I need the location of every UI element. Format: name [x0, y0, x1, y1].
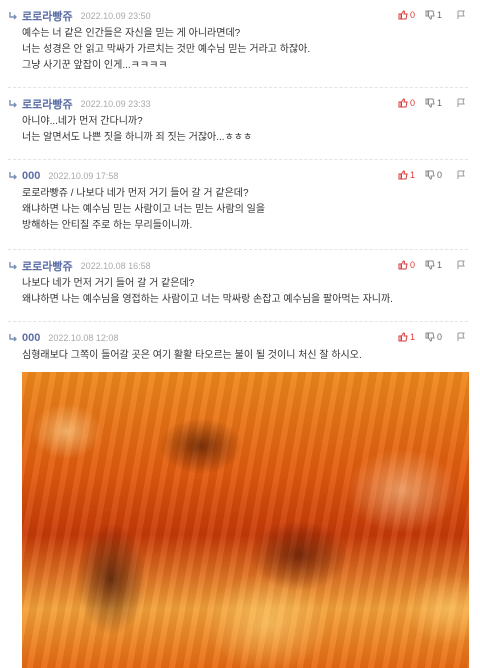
report-button[interactable]: [456, 170, 468, 180]
downvote-count: 1: [436, 260, 442, 270]
thumbs-up-icon: [398, 170, 408, 180]
report-icon: [457, 332, 465, 341]
comment-line: 심형래보다 그쪽이 들어갈 곳은 여기 활활 타오르는 불이 될 것이니 처신 …: [22, 350, 362, 361]
thumbs-down-icon: [425, 170, 435, 180]
comment-list: 로로라빵쥬 2022.10.09 23:50 0 1 예수는 너 같은 인간들은…: [0, 0, 480, 668]
upvote-button[interactable]: 1: [398, 170, 415, 180]
comment-line: 너는 성경은 안 읽고 막싸가 가르치는 것만 예수님 믿는 거라고 하잖아.: [22, 44, 311, 55]
thumbs-down-icon: [425, 332, 435, 342]
upvote-count: 1: [409, 170, 415, 180]
upvote-button[interactable]: 0: [398, 98, 415, 108]
comment-author[interactable]: 로로라빵쥬: [22, 258, 73, 274]
report-icon: [457, 10, 465, 19]
report-icon: [457, 260, 465, 269]
thumbs-down-icon: [425, 98, 435, 108]
downvote-button[interactable]: 0: [425, 332, 442, 342]
downvote-count: 0: [436, 170, 442, 180]
reply-arrow-icon: [9, 12, 17, 20]
downvote-count: 0: [436, 332, 442, 342]
comment-author[interactable]: 000: [22, 332, 40, 344]
upvote-count: 1: [409, 332, 415, 342]
comment-item: 로로라빵쥬 2022.10.09 23:50 0 1 예수는 너 같은 인간들은…: [0, 0, 480, 88]
report-icon: [457, 170, 465, 179]
comment-body: 로로라빵쥬 / 나보다 네가 먼저 거기 들어 갈 거 같은데? 왜냐하면 나는…: [22, 186, 468, 234]
thumbs-up-icon: [398, 260, 408, 270]
comment-body: 아니야...네가 먼저 간다니까? 너는 알면서도 나쁜 짓을 하니까 죄 짓는…: [22, 114, 468, 146]
comment-author[interactable]: 000: [22, 170, 40, 182]
downvote-button[interactable]: 1: [425, 98, 442, 108]
fire-image: [22, 372, 469, 668]
thumbs-down-icon: [425, 260, 435, 270]
downvote-button[interactable]: 1: [425, 10, 442, 20]
comment-item: 로로라빵쥬 2022.10.09 23:33 0 1 아니야...네가 먼저 간…: [0, 88, 480, 160]
comment-body: 심형래보다 그쪽이 들어갈 곳은 여기 활활 타오르는 불이 될 것이니 처신 …: [22, 348, 468, 364]
report-button[interactable]: [456, 98, 468, 108]
reply-arrow-icon: [9, 100, 17, 108]
thumbs-up-icon: [398, 98, 408, 108]
comment-body: 예수는 너 같은 인간들은 자신을 믿는 게 아니라면데? 너는 성경은 안 읽…: [22, 26, 468, 74]
downvote-button[interactable]: 1: [425, 260, 442, 270]
report-icon: [457, 98, 465, 107]
comment-item: 000 2022.10.09 17:58 1 0 로로라빵쥬 / 나보다 네가 …: [0, 160, 480, 250]
comment-line: 그냥 사기꾼 앞잡이 인게...ㅋㅋㅋㅋ: [22, 60, 168, 71]
comment-author[interactable]: 로로라빵쥬: [22, 96, 73, 112]
comment-date: 2022.10.08 12:08: [48, 333, 119, 343]
comment-line: 방해하는 안티질 주로 하는 무리들이니까.: [22, 220, 193, 231]
comment-item: 로로라빵쥬 2022.10.08 16:58 0 1 나보다 네가 먼저 거기 …: [0, 250, 480, 322]
report-button[interactable]: [456, 10, 468, 20]
report-button[interactable]: [456, 260, 468, 270]
comment-date: 2022.10.08 16:58: [80, 261, 151, 271]
comment-item: 000 2022.10.08 12:08 1 0 심형래보다 그쪽이 들어갈 곳…: [0, 322, 480, 668]
upvote-count: 0: [409, 260, 415, 270]
comment-date: 2022.10.09 23:33: [80, 99, 151, 109]
reply-arrow-icon: [9, 262, 17, 270]
thumbs-up-icon: [398, 332, 408, 342]
reply-arrow-icon: [9, 172, 17, 180]
reply-arrow-icon: [9, 334, 17, 342]
comment-line: 로로라빵쥬 / 나보다 네가 먼저 거기 들어 갈 거 같은데?: [22, 188, 249, 199]
comment-line: 너는 알면서도 나쁜 짓을 하니까 죄 짓는 거잖아...ㅎㅎㅎ: [22, 132, 253, 143]
upvote-button[interactable]: 0: [398, 260, 415, 270]
downvote-count: 1: [436, 10, 442, 20]
comment-line: 아니야...네가 먼저 간다니까?: [22, 116, 143, 127]
comment-date: 2022.10.09 17:58: [48, 171, 119, 181]
upvote-count: 0: [409, 10, 415, 20]
upvote-count: 0: [409, 98, 415, 108]
upvote-button[interactable]: 0: [398, 10, 415, 20]
comment-line: 왜냐하면 나는 예수님을 영접하는 사람이고 너는 막싸랑 손잡고 예수님을 팔…: [22, 294, 393, 305]
upvote-button[interactable]: 1: [398, 332, 415, 342]
comment-line: 나보다 네가 먼저 거기 들어 갈 거 같은데?: [22, 278, 195, 289]
comment-body: 나보다 네가 먼저 거기 들어 갈 거 같은데? 왜냐하면 나는 예수님을 영접…: [22, 276, 468, 308]
thumbs-up-icon: [398, 10, 408, 20]
comment-line: 예수는 너 같은 인간들은 자신을 믿는 게 아니라면데?: [22, 28, 241, 39]
comment-date: 2022.10.09 23:50: [80, 11, 151, 21]
downvote-count: 1: [436, 98, 442, 108]
report-button[interactable]: [456, 332, 468, 342]
thumbs-down-icon: [425, 10, 435, 20]
comment-line: 왜냐하면 나는 예수님 믿는 사람이고 너는 믿는 사람의 일을: [22, 204, 266, 215]
comment-author[interactable]: 로로라빵쥬: [22, 8, 73, 24]
downvote-button[interactable]: 0: [425, 170, 442, 180]
